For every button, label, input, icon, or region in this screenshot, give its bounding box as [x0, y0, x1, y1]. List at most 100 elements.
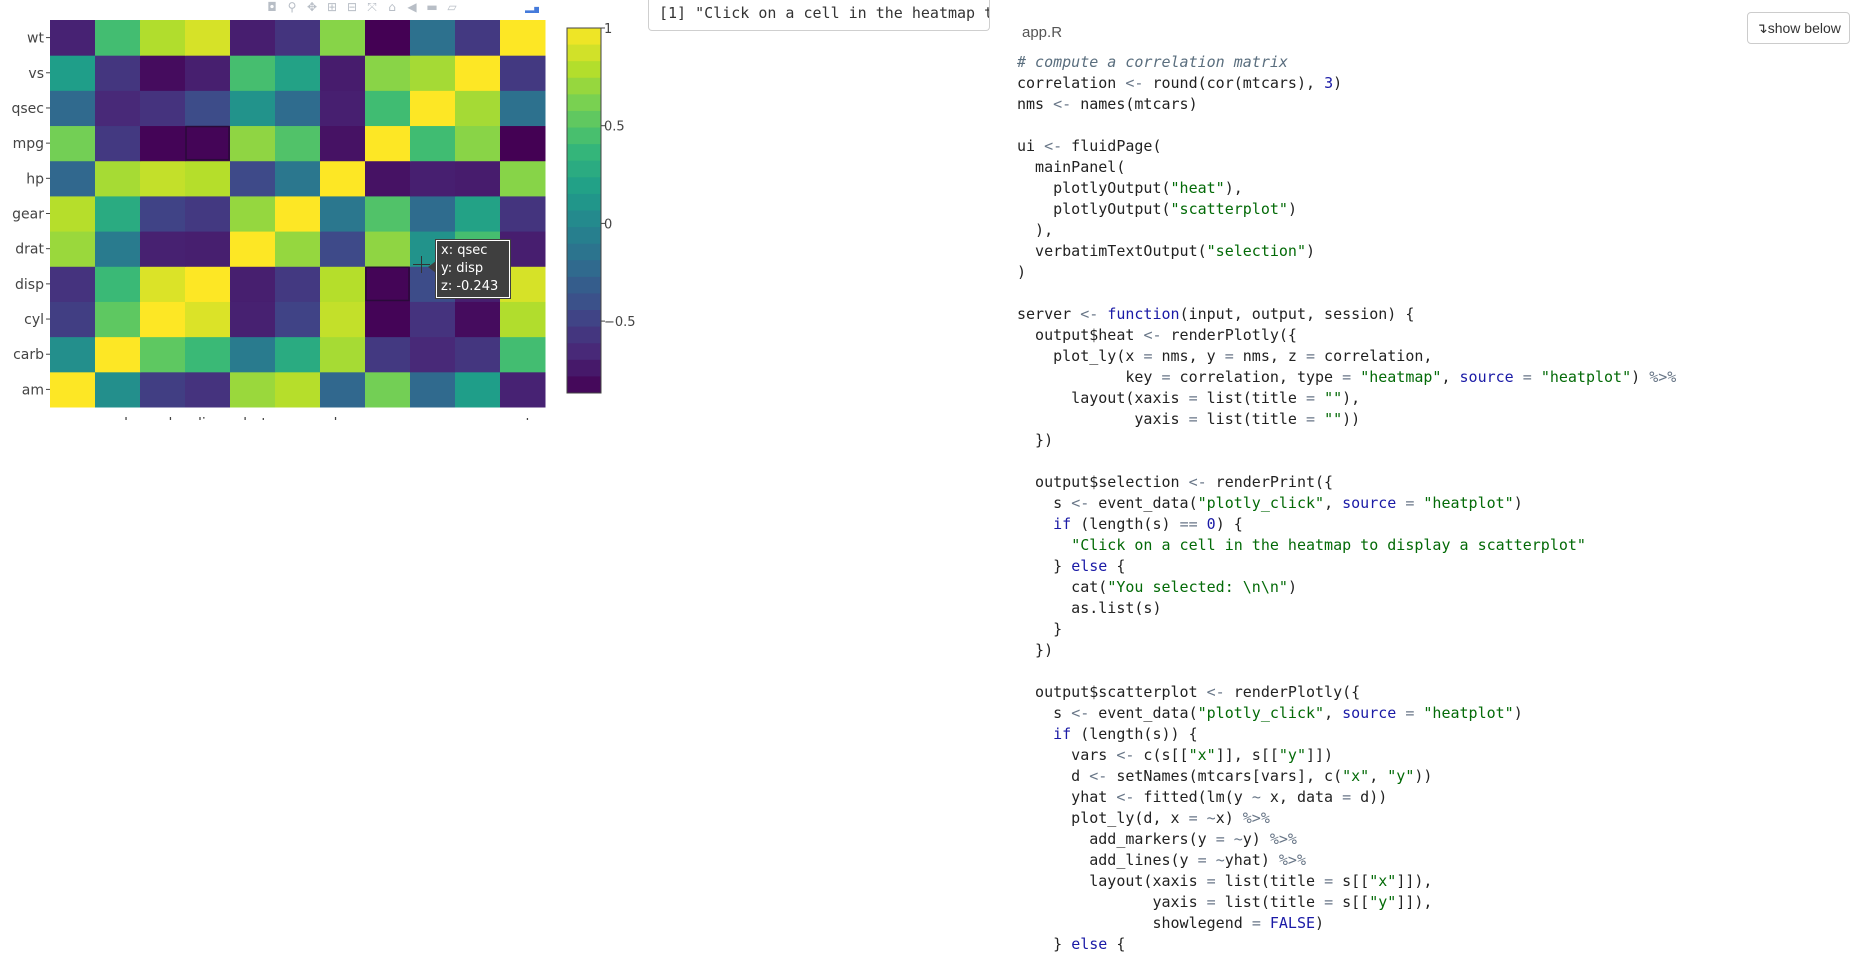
heatmap-cell-wt-am[interactable]: [500, 371, 546, 408]
heatmap-cell-drat-hp[interactable]: [230, 160, 276, 197]
heatmap-cell-drat-wt[interactable]: [230, 20, 276, 56]
show-below-button[interactable]: ↴show below: [1747, 12, 1850, 44]
heatmap-cell-carb-cyl[interactable]: [95, 301, 141, 338]
heatmap-cell-gear-cyl[interactable]: [275, 301, 321, 338]
heatmap-cell-mpg-qsec[interactable]: [365, 90, 411, 127]
heatmap-cell-gear-disp[interactable]: [275, 266, 321, 302]
heatmap-cell-vs-carb[interactable]: [455, 336, 501, 373]
heatmap-cell-mpg-carb[interactable]: [365, 336, 411, 373]
heatmap-cell-hp-carb[interactable]: [320, 336, 366, 373]
heatmap-cell-mpg-wt[interactable]: [365, 20, 411, 56]
heatmap-cell-disp-gear[interactable]: [185, 195, 231, 232]
heatmap-cell-qsec-mpg[interactable]: [410, 125, 456, 162]
heatmap-cell-disp-wt[interactable]: [185, 20, 231, 56]
heatmap-cell-vs-gear[interactable]: [455, 195, 501, 232]
heatmap-cell-carb-drat[interactable]: [95, 231, 141, 267]
heatmap-cell-qsec-gear[interactable]: [410, 195, 456, 232]
heatmap-cell-mpg-am[interactable]: [365, 371, 411, 408]
plotly-heatmap-widget[interactable]: ◘ ⚲ ✥ ⊞ ⊟ ⤧ ⌂ ◀ ▬ ▱ ▂▄▆ amcarbcyldispdra…: [0, 0, 640, 420]
heatmap-cell-wt-carb[interactable]: [500, 336, 546, 373]
heatmap-cell-disp-qsec[interactable]: [185, 90, 231, 127]
heatmap-cell-qsec-wt[interactable]: [410, 20, 456, 56]
heatmap-cell-carb-hp[interactable]: [95, 160, 141, 197]
heatmap-cell-cyl-mpg[interactable]: [140, 125, 186, 162]
heatmap-cell-hp-hp[interactable]: [320, 160, 366, 197]
heatmap-cell-carb-wt[interactable]: [95, 20, 141, 56]
heatmap-cell-cyl-qsec[interactable]: [140, 90, 186, 127]
heatmap-cell-drat-vs[interactable]: [230, 55, 276, 91]
heatmap-cell-hp-gear[interactable]: [320, 195, 366, 232]
file-tab-app-r[interactable]: app.R: [1022, 24, 1062, 41]
heatmap-cell-hp-qsec[interactable]: [320, 90, 366, 127]
heatmap-cell-carb-disp[interactable]: [95, 266, 141, 302]
heatmap-cell-wt-wt[interactable]: [500, 20, 546, 56]
heatmap-cell-carb-carb[interactable]: [95, 336, 141, 373]
heatmap-cell-am-vs[interactable]: [50, 55, 96, 91]
heatmap-cell-cyl-cyl[interactable]: [140, 301, 186, 338]
heatmap-cell-cyl-wt[interactable]: [140, 20, 186, 56]
heatmap-cell-am-cyl[interactable]: [50, 301, 96, 338]
heatmap-cell-am-disp[interactable]: [50, 266, 96, 302]
heatmap-cell-drat-am[interactable]: [230, 371, 276, 408]
heatmap-cell-am-drat[interactable]: [50, 231, 96, 267]
heatmap-cell-wt-vs[interactable]: [500, 55, 546, 91]
heatmap-cell-vs-am[interactable]: [455, 371, 501, 408]
heatmap-cell-carb-gear[interactable]: [95, 195, 141, 232]
heatmap-cell-vs-cyl[interactable]: [455, 301, 501, 338]
heatmap-cell-hp-wt[interactable]: [320, 20, 366, 56]
heatmap-cell-mpg-vs[interactable]: [365, 55, 411, 91]
heatmap-cell-mpg-cyl[interactable]: [365, 301, 411, 338]
heatmap-cell-hp-mpg[interactable]: [320, 125, 366, 162]
heatmap-cell-gear-hp[interactable]: [275, 160, 321, 197]
heatmap-cell-hp-drat[interactable]: [320, 231, 366, 267]
heatmap-cell-wt-hp[interactable]: [500, 160, 546, 197]
heatmap-cell-hp-cyl[interactable]: [320, 301, 366, 338]
heatmap-cell-disp-carb[interactable]: [185, 336, 231, 373]
heatmap-cell-drat-cyl[interactable]: [230, 301, 276, 338]
heatmap-cell-vs-vs[interactable]: [455, 55, 501, 91]
heatmap-cell-am-qsec[interactable]: [50, 90, 96, 127]
heatmap-cell-wt-gear[interactable]: [500, 195, 546, 232]
heatmap-cell-gear-wt[interactable]: [275, 20, 321, 56]
heatmap-cell-drat-qsec[interactable]: [230, 90, 276, 127]
heatmap-cell-qsec-cyl[interactable]: [410, 301, 456, 338]
heatmap-cell-am-hp[interactable]: [50, 160, 96, 197]
heatmap-cell-am-mpg[interactable]: [50, 125, 96, 162]
heatmap-cell-vs-qsec[interactable]: [455, 90, 501, 127]
heatmap-cell-disp-cyl[interactable]: [185, 301, 231, 338]
heatmap-cell-am-gear[interactable]: [50, 195, 96, 232]
heatmap-cell-disp-drat[interactable]: [185, 231, 231, 267]
heatmap-cell-disp-hp[interactable]: [185, 160, 231, 197]
heatmap-cell-drat-mpg[interactable]: [230, 125, 276, 162]
heatmap-cell-cyl-carb[interactable]: [140, 336, 186, 373]
heatmap-cells[interactable]: [50, 20, 546, 408]
heatmap-cell-carb-vs[interactable]: [95, 55, 141, 91]
heatmap-cell-mpg-gear[interactable]: [365, 195, 411, 232]
heatmap-cell-gear-drat[interactable]: [275, 231, 321, 267]
heatmap-cell-vs-wt[interactable]: [455, 20, 501, 56]
heatmap-cell-mpg-drat[interactable]: [365, 231, 411, 267]
heatmap-cell-qsec-am[interactable]: [410, 371, 456, 408]
heatmap-cell-vs-hp[interactable]: [455, 160, 501, 197]
heatmap-cell-mpg-disp[interactable]: [365, 266, 411, 302]
heatmap-cell-hp-vs[interactable]: [320, 55, 366, 91]
heatmap-cell-drat-disp[interactable]: [230, 266, 276, 302]
heatmap-cell-drat-drat[interactable]: [230, 231, 276, 267]
heatmap-cell-carb-qsec[interactable]: [95, 90, 141, 127]
heatmap-cell-cyl-am[interactable]: [140, 371, 186, 408]
heatmap-cell-wt-qsec[interactable]: [500, 90, 546, 127]
heatmap-cell-qsec-carb[interactable]: [410, 336, 456, 373]
heatmap-cell-vs-mpg[interactable]: [455, 125, 501, 162]
heatmap-cell-am-wt[interactable]: [50, 20, 96, 56]
heatmap-cell-gear-mpg[interactable]: [275, 125, 321, 162]
heatmap-cell-disp-disp[interactable]: [185, 266, 231, 302]
heatmap-cell-gear-gear[interactable]: [275, 195, 321, 232]
heatmap-cell-hp-disp[interactable]: [320, 266, 366, 302]
heatmap-cell-gear-qsec[interactable]: [275, 90, 321, 127]
heatmap-cell-gear-carb[interactable]: [275, 336, 321, 373]
heatmap-cell-cyl-drat[interactable]: [140, 231, 186, 267]
heatmap-cell-cyl-vs[interactable]: [140, 55, 186, 91]
heatmap-cell-carb-mpg[interactable]: [95, 125, 141, 162]
heatmap-cell-hp-am[interactable]: [320, 371, 366, 408]
heatmap-cell-qsec-hp[interactable]: [410, 160, 456, 197]
